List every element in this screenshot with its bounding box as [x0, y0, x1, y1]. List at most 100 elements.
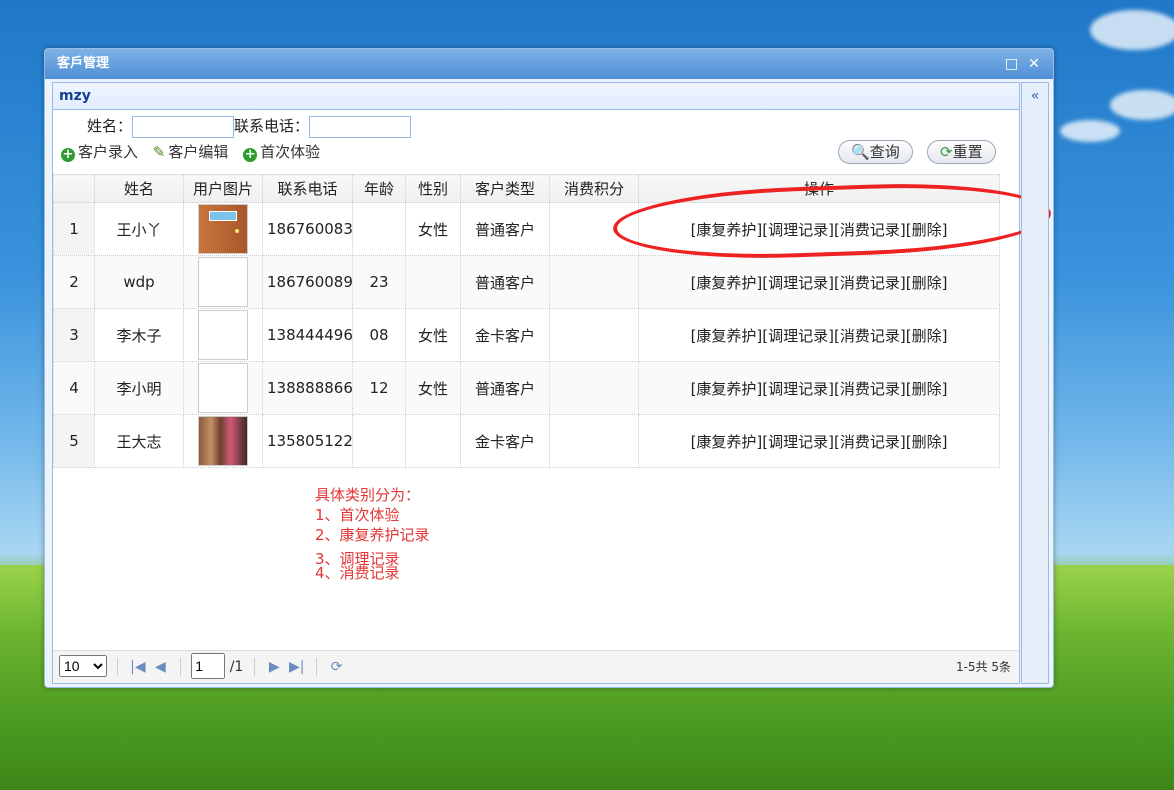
cell-points: [549, 308, 639, 362]
room-image: [198, 416, 248, 466]
reset-button[interactable]: ⟳重置: [927, 140, 996, 164]
consumption-link[interactable]: [消费记录]: [834, 221, 906, 239]
first-page-icon[interactable]: |◀: [129, 651, 147, 683]
rehab-link[interactable]: [康复养护]: [691, 274, 763, 292]
note-item: 2、康复养护记录: [315, 526, 430, 544]
table-row[interactable]: 5 王大志 1358051223 金卡客户 [康复养护][调理记录][消费记录]…: [53, 414, 1000, 468]
pencil-icon: ✎: [152, 143, 166, 161]
col-header-type[interactable]: 客户类型: [460, 174, 550, 203]
col-header-index: [53, 174, 95, 203]
collapse-panel-button[interactable]: «: [1021, 82, 1049, 684]
cell-ops: [康复养护][调理记录][消费记录][删除]: [638, 202, 1000, 256]
blank-image: [198, 257, 248, 307]
cell-image: [183, 361, 263, 415]
divider: [117, 658, 119, 676]
delete-link[interactable]: [删除]: [906, 221, 948, 239]
cell-type: 普通客户: [460, 202, 550, 256]
table-row[interactable]: 1 王小丫 1867600839 女性 普通客户 [康复养护][调理记录][消费…: [53, 202, 1000, 256]
phone-label: 联系电话：: [234, 117, 310, 135]
cell-gender: [405, 255, 461, 309]
toolbar: + 客户录入 ✎ 客户编辑 + 首次体验: [61, 141, 330, 162]
add-customer-button[interactable]: + 客户录入: [61, 143, 138, 162]
table-row[interactable]: 3 李木子 1384444962 08 女性 金卡客户 [康复养护][调理记录]…: [53, 308, 1000, 362]
cell-phone: 1867600839: [262, 202, 353, 256]
rehab-link[interactable]: [康复养护]: [691, 221, 763, 239]
col-header-image[interactable]: 用户图片: [183, 174, 263, 203]
rehab-link[interactable]: [康复养护]: [691, 327, 763, 345]
row-number: 2: [53, 255, 95, 309]
cell-ops: [康复养护][调理记录][消费记录][删除]: [638, 361, 1000, 415]
plus-icon: +: [61, 147, 75, 162]
rehab-link[interactable]: [康复养护]: [691, 380, 763, 398]
col-header-ops: 操作: [638, 174, 1000, 203]
customer-table: 姓名 用户图片 联系电话 年龄 性别 客户类型 消费积分 操作 1 王小丫 18…: [53, 174, 1000, 468]
refresh-icon[interactable]: ⟳: [328, 651, 346, 683]
close-icon[interactable]: ✕: [1025, 49, 1043, 79]
maximize-icon[interactable]: □: [1002, 49, 1020, 79]
table-row[interactable]: 4 李小明 1388888666 12 女性 普通客户 [康复养护][调理记录]…: [53, 361, 1000, 415]
category-note: 具体类别分为： 1、首次体验 2、康复养护记录 3、调理记录 4、消费记录: [315, 485, 430, 583]
cell-type: 普通客户: [460, 255, 550, 309]
cell-ops: [康复养护][调理记录][消费记录][删除]: [638, 414, 1000, 468]
page-size-select[interactable]: 10: [59, 655, 107, 677]
table-row[interactable]: 2 wdp 1867600899 23 普通客户 [康复养护][调理记录][消费…: [53, 255, 1000, 309]
conditioning-link[interactable]: [调理记录]: [762, 380, 834, 398]
col-header-points[interactable]: 消费积分: [549, 174, 639, 203]
cell-phone: 1358051223: [262, 414, 353, 468]
conditioning-link[interactable]: [调理记录]: [762, 433, 834, 451]
delete-link[interactable]: [删除]: [906, 380, 948, 398]
row-number: 1: [53, 202, 95, 256]
consumption-link[interactable]: [消费记录]: [834, 274, 906, 292]
consumption-link[interactable]: [消费记录]: [834, 433, 906, 451]
cell-name: 王大志: [94, 414, 184, 468]
prev-page-icon[interactable]: ◀: [151, 651, 169, 683]
note-item: 1、首次体验: [315, 506, 400, 524]
cell-image: [183, 308, 263, 362]
delete-link[interactable]: [删除]: [906, 274, 948, 292]
consumption-link[interactable]: [消费记录]: [834, 327, 906, 345]
cell-points: [549, 414, 639, 468]
last-page-icon[interactable]: ▶|: [288, 651, 306, 683]
cell-name: 李小明: [94, 361, 184, 415]
cell-type: 金卡客户: [460, 308, 550, 362]
divider: [316, 658, 318, 676]
cell-name: wdp: [94, 255, 184, 309]
conditioning-link[interactable]: [调理记录]: [762, 327, 834, 345]
cell-points: [549, 255, 639, 309]
page-number-input[interactable]: [191, 653, 226, 679]
delete-link[interactable]: [删除]: [906, 327, 948, 345]
first-trial-button[interactable]: + 首次体验: [243, 143, 320, 162]
window-titlebar[interactable]: 客戶管理 □ ✕: [45, 49, 1053, 79]
cell-points: [549, 361, 639, 415]
blank-image: [198, 363, 248, 413]
consumption-link[interactable]: [消费记录]: [834, 380, 906, 398]
query-button[interactable]: 🔍查询: [838, 140, 913, 164]
cell-type: 金卡客户: [460, 414, 550, 468]
cell-image: [183, 202, 263, 256]
delete-link[interactable]: [删除]: [906, 433, 948, 451]
col-header-name[interactable]: 姓名: [94, 174, 184, 203]
phone-input[interactable]: [309, 115, 412, 138]
conditioning-link[interactable]: [调理记录]: [762, 274, 834, 292]
cell-points: [549, 202, 639, 256]
rehab-link[interactable]: [康复养护]: [691, 433, 763, 451]
conditioning-link[interactable]: [调理记录]: [762, 221, 834, 239]
cell-gender: [405, 414, 461, 468]
query-label: 查询: [869, 143, 900, 161]
cell-age: [352, 414, 406, 468]
next-page-icon[interactable]: ▶: [265, 651, 283, 683]
col-header-phone[interactable]: 联系电话: [262, 174, 353, 203]
search-icon: 🔍: [851, 143, 870, 161]
note-heading: 具体类别分为：: [315, 486, 421, 504]
row-number: 4: [53, 361, 95, 415]
cell-name: 王小丫: [94, 202, 184, 256]
search-row: 姓名： 联系电话：: [87, 115, 412, 138]
col-header-age[interactable]: 年龄: [352, 174, 406, 203]
cell-name: 李木子: [94, 308, 184, 362]
row-number: 3: [53, 308, 95, 362]
edit-customer-button[interactable]: ✎ 客户编辑: [153, 143, 229, 161]
col-header-gender[interactable]: 性别: [405, 174, 461, 203]
divider: [253, 658, 255, 676]
name-input[interactable]: [132, 115, 235, 138]
cell-age: [352, 202, 406, 256]
